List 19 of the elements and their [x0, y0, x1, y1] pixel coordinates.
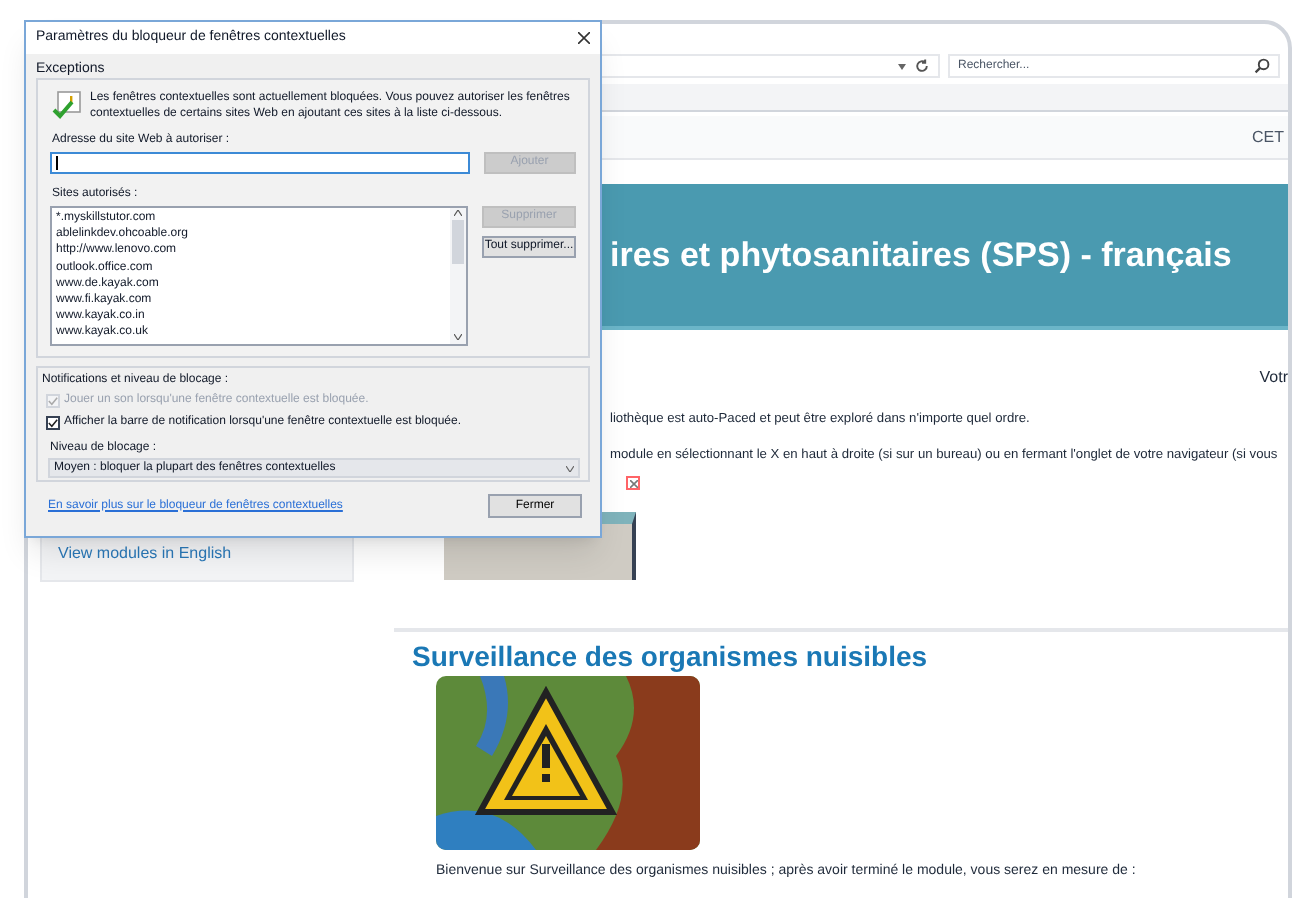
chevron-down-icon [566, 465, 574, 471]
page-title: ires et phytosanitaires (SPS) - français [610, 233, 1232, 278]
dropdown-caret-icon[interactable] [898, 63, 906, 69]
search-icon[interactable] [1254, 58, 1270, 74]
side-text: Votr [1259, 366, 1288, 390]
close-icon[interactable] [578, 32, 590, 44]
section-heading: Surveillance des organismes nuisibles [412, 638, 930, 674]
address-input[interactable] [50, 152, 470, 174]
warning-check-icon [50, 90, 82, 122]
view-modules-link[interactable]: View modules in English [58, 541, 232, 565]
scroll-thumb[interactable] [452, 220, 464, 264]
nav-text: CET [1252, 125, 1284, 149]
text-cursor [56, 156, 58, 170]
close-box-icon[interactable] [626, 476, 640, 490]
refresh-icon[interactable] [914, 58, 930, 74]
checkbox[interactable] [46, 416, 60, 430]
scrollbar[interactable] [450, 208, 466, 344]
scroll-up-icon[interactable] [454, 208, 462, 216]
scroll-down-icon[interactable] [454, 334, 462, 340]
